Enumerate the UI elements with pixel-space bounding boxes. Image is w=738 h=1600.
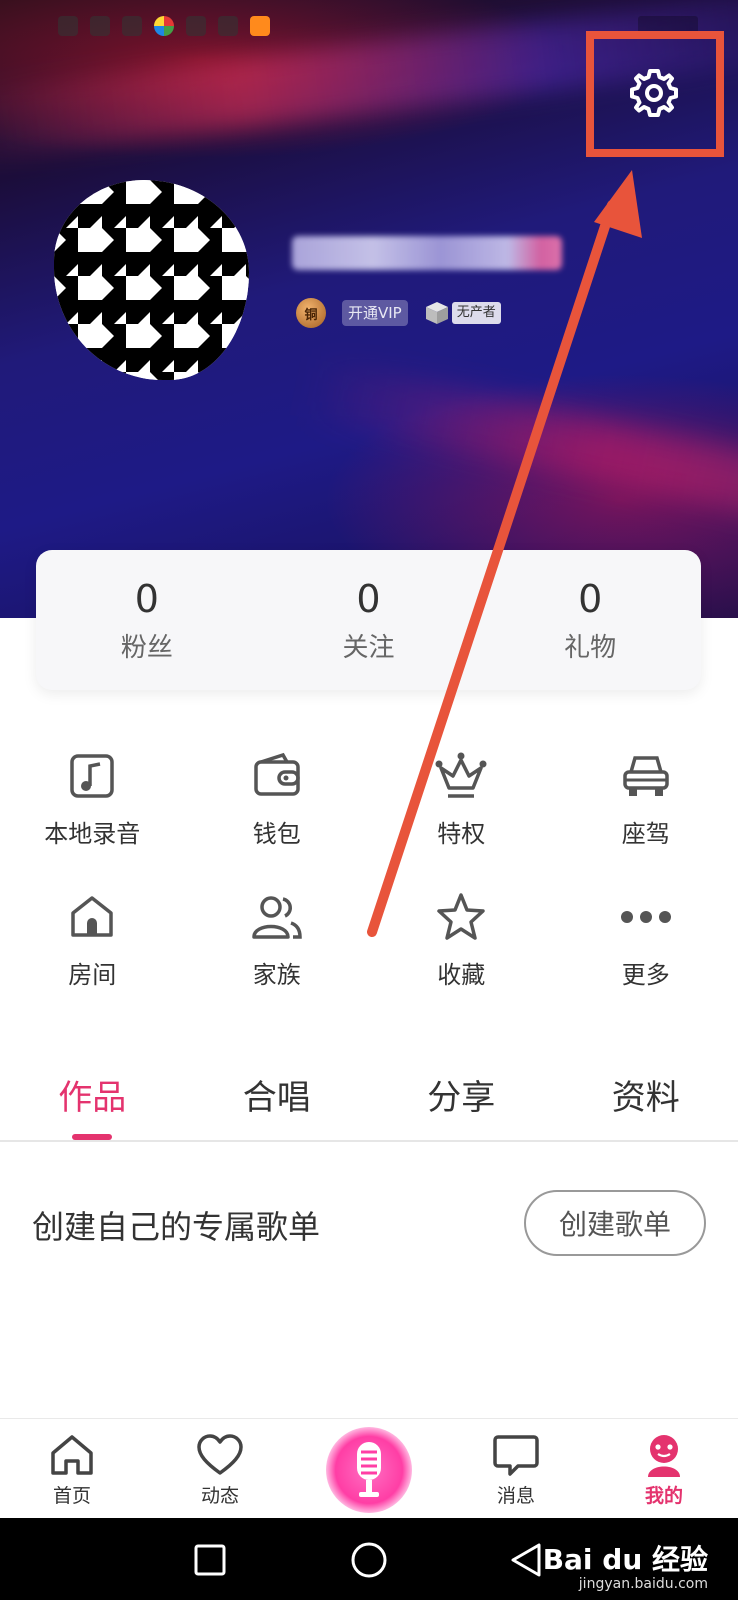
notification-icon — [186, 16, 206, 36]
home-icon — [51, 1435, 93, 1475]
notification-icon — [218, 16, 238, 36]
tab-chorus[interactable]: 合唱 — [185, 1070, 370, 1140]
menu-label: 收藏 — [437, 961, 486, 989]
video-app-icon — [250, 16, 270, 36]
menu-item-privileges[interactable]: 特权 — [369, 748, 554, 849]
avatar-image — [54, 180, 249, 380]
level-badge-label: 铜 — [304, 307, 318, 323]
create-playlist-button[interactable]: 创建歌单 — [524, 1190, 706, 1256]
wallet-icon — [249, 748, 305, 804]
nav-me[interactable]: 我的 — [604, 1433, 724, 1508]
stat-value: 0 — [578, 576, 603, 621]
menu-item-wallet[interactable]: 钱包 — [185, 748, 370, 849]
triangle-back-icon — [511, 1543, 541, 1577]
recent-apps-button[interactable] — [186, 1536, 234, 1584]
stat-gifts[interactable]: 0 礼物 — [479, 550, 701, 690]
producer-badge[interactable]: 无产者 — [424, 300, 501, 326]
gear-icon — [630, 69, 678, 117]
record-button[interactable] — [326, 1427, 412, 1513]
stat-label: 关注 — [342, 632, 395, 663]
settings-button[interactable] — [584, 30, 724, 156]
stat-fans[interactable]: 0 粉丝 — [36, 550, 258, 690]
menu-item-family[interactable]: 家族 — [185, 889, 370, 990]
create-playlist-prompt: 创建自己的专属歌单 — [32, 1208, 321, 1246]
nav-feed[interactable]: 动态 — [160, 1433, 280, 1508]
watermark: Bai du 经验 — [543, 1538, 708, 1578]
menu-label: 家族 — [252, 961, 301, 989]
stat-label: 礼物 — [564, 632, 617, 663]
vip-badge[interactable]: 开通VIP — [342, 300, 408, 326]
producer-badge-label: 无产者 — [451, 302, 501, 324]
menu-label: 本地录音 — [44, 820, 141, 848]
star-icon — [433, 889, 489, 945]
content-tabs: 作品 合唱 分享 资料 — [0, 1070, 738, 1142]
stat-value: 0 — [356, 576, 381, 621]
stat-following[interactable]: 0 关注 — [258, 550, 480, 690]
microphone-icon — [357, 1442, 381, 1497]
menu-item-more[interactable]: 更多 — [554, 889, 738, 990]
system-navigation-bar: Bai du 经验 jingyan.baidu.com — [0, 1518, 738, 1600]
nav-label: 动态 — [200, 1485, 239, 1507]
menu-label: 更多 — [621, 961, 670, 989]
nav-messages[interactable]: 消息 — [456, 1433, 576, 1508]
profile-icon — [648, 1435, 680, 1477]
menu-label: 特权 — [437, 820, 486, 848]
notification-icon — [58, 16, 78, 36]
menu-item-local-recording[interactable]: 本地录音 — [0, 748, 185, 849]
message-icon — [493, 1435, 539, 1476]
nav-label: 消息 — [496, 1485, 535, 1507]
menu-label: 房间 — [68, 961, 117, 989]
menu-item-favorites[interactable]: 收藏 — [369, 889, 554, 990]
status-icons — [58, 16, 270, 36]
signal-icon — [90, 16, 110, 36]
menu-label: 钱包 — [252, 820, 301, 848]
nav-home[interactable]: 首页 — [12, 1433, 132, 1508]
avatar[interactable] — [54, 180, 249, 380]
crown-icon — [433, 748, 489, 804]
header-decoration — [300, 358, 738, 542]
house-icon — [64, 889, 120, 945]
circle-icon — [351, 1542, 387, 1578]
tab-works[interactable]: 作品 — [0, 1070, 185, 1140]
user-badges: 铜 开通VIP 无产者 — [296, 298, 501, 328]
square-icon — [194, 1544, 226, 1576]
tab-profile-info[interactable]: 资料 — [554, 1070, 738, 1140]
feature-menu: 本地录音 钱包 特权 座驾 房间 家族 收藏 更多 — [0, 748, 738, 990]
menu-label: 座驾 — [621, 820, 670, 848]
bottom-navigation: 首页 动态 消息 我的 — [0, 1418, 738, 1518]
tab-share[interactable]: 分享 — [369, 1070, 554, 1140]
app-notification-icon — [154, 16, 174, 36]
heart-icon — [197, 1434, 243, 1475]
nav-label: 首页 — [52, 1485, 91, 1507]
wifi-icon — [122, 16, 142, 36]
more-dots-icon — [618, 889, 674, 945]
home-system-button[interactable] — [345, 1536, 393, 1584]
create-playlist-row: 创建自己的专属歌单 创建歌单 — [0, 1190, 738, 1256]
watermark-url: jingyan.baidu.com — [578, 1576, 708, 1592]
username-blurred[interactable] — [292, 236, 562, 270]
watermark-text: Bai du 经验 — [542, 1543, 708, 1576]
menu-item-vehicle[interactable]: 座驾 — [554, 748, 738, 849]
level-badge[interactable]: 铜 — [296, 298, 326, 328]
car-icon — [618, 748, 674, 804]
cube-icon — [425, 302, 448, 324]
stat-value: 0 — [134, 576, 159, 621]
nav-label: 我的 — [644, 1485, 683, 1507]
stat-label: 粉丝 — [120, 632, 173, 663]
menu-item-room[interactable]: 房间 — [0, 889, 185, 990]
stats-card: 0 粉丝 0 关注 0 礼物 — [36, 550, 701, 690]
family-icon — [249, 889, 305, 945]
music-note-icon — [64, 748, 120, 804]
